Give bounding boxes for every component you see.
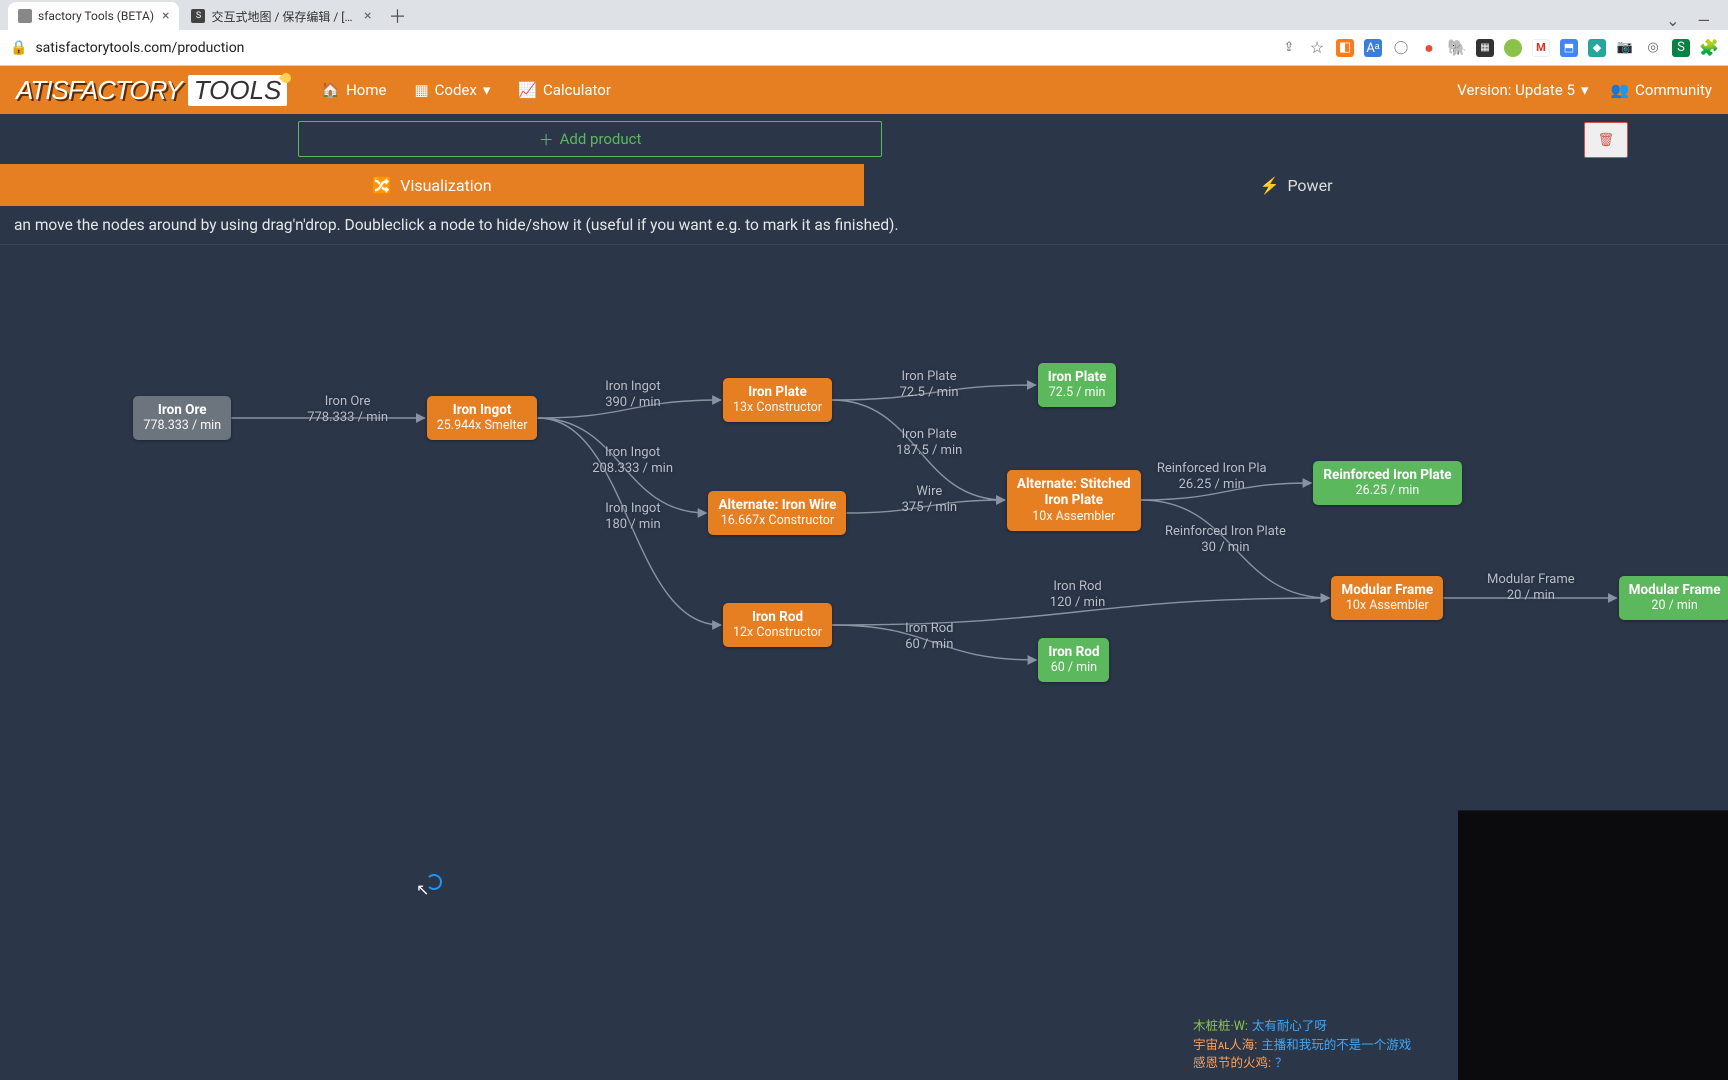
add-product-button[interactable]: ＋ Add product (298, 121, 882, 157)
nav-community[interactable]: 👥 Community (1610, 81, 1712, 99)
tab-favicon: S (191, 9, 205, 23)
chat-line: 宇宙ᴀʟ人海: 主播和我玩的不是一个游戏 (1193, 1037, 1453, 1056)
graph-node-plate[interactable]: Iron Plate13x Constructor (723, 378, 832, 423)
toolbar: ＋ Add product 🗑 (0, 114, 1728, 164)
extensions-icon[interactable]: 🧩 (1700, 39, 1718, 57)
tab-label: Power (1287, 176, 1332, 195)
ext-icon[interactable]: ◆ (1588, 39, 1606, 57)
stream-chat: 木桩桩·W: 太有耐心了呀宇宙ᴀʟ人海: 主播和我玩的不是一个游戏感恩节的火鸡:… (1193, 1018, 1453, 1074)
edge-label: Iron Ingot180 / min (605, 501, 660, 534)
people-icon: 👥 (1610, 81, 1629, 99)
graph-node-ingot[interactable]: Iron Ingot25.944x Smelter (427, 396, 538, 441)
edge-label: Iron Ingot390 / min (605, 379, 660, 412)
graph-node-stitched[interactable]: Alternate: StitchedIron Plate10x Assembl… (1007, 470, 1141, 531)
tab-title: 交互式地图 / 保存编辑 / [SCIM] (211, 8, 356, 25)
edge-label: Iron Rod60 / min (905, 621, 953, 654)
home-icon: 🏠 (321, 81, 340, 99)
graph-node-plate_out[interactable]: Iron Plate72.5 / min (1038, 363, 1117, 408)
nav-label: Codex (435, 81, 477, 99)
share-icon[interactable]: ⇪ (1280, 39, 1298, 57)
ext-icon[interactable]: ▦ (1476, 39, 1494, 57)
result-tabs: 🔀 Visualization ⚡ Power (0, 164, 1728, 206)
graph-node-ore[interactable]: Iron Ore778.333 / min (133, 396, 231, 441)
tab-power[interactable]: ⚡ Power (864, 164, 1728, 206)
edge-label: Iron Ingot208.333 / min (592, 445, 673, 478)
tab-visualization[interactable]: 🔀 Visualization (0, 164, 864, 206)
close-icon[interactable]: × (364, 8, 371, 24)
close-icon[interactable]: × (162, 8, 169, 24)
tab-title: sfactory Tools (BETA) (38, 9, 154, 23)
minimize-icon[interactable]: — (1698, 11, 1711, 30)
edge-label: Modular Frame20 / min (1487, 572, 1575, 605)
graph-node-mf_out[interactable]: Modular Frame20 / min (1619, 576, 1728, 621)
nav-home[interactable]: 🏠 Home (307, 66, 400, 114)
video-overlay (1458, 810, 1728, 1080)
ext-icon[interactable]: ⬒ (1560, 39, 1578, 57)
graph-node-rip_out[interactable]: Reinforced Iron Plate26.25 / min (1313, 461, 1461, 506)
evernote-icon[interactable]: 🐘 (1448, 39, 1466, 57)
lock-icon[interactable]: 🔒 (10, 40, 27, 56)
nav-calculator[interactable]: 📈 Calculator (504, 66, 625, 114)
ext-icon[interactable]: ◧ (1336, 39, 1354, 57)
logo-text-a: ATISFACTORY (16, 75, 182, 106)
hint-text: an move the nodes around by using drag'n… (0, 206, 1728, 245)
site-logo[interactable]: ATISFACTORY TOOLS (16, 70, 287, 110)
tab-favicon (18, 9, 32, 23)
trash-icon: 🗑 (1598, 133, 1615, 148)
chevron-down-icon[interactable]: ⌄ (1666, 11, 1679, 30)
edge-label: Iron Ore778.333 / min (307, 394, 388, 427)
ext-icon[interactable]: ● (1420, 39, 1438, 57)
nav-label: Home (346, 81, 386, 99)
gmail-icon[interactable]: M (1532, 39, 1550, 57)
bookmark-icon[interactable]: ☆ (1308, 39, 1326, 57)
ext-icon[interactable]: ◎ (1644, 39, 1662, 57)
graph-node-rod_out[interactable]: Iron Rod60 / min (1038, 638, 1109, 683)
browser-tab[interactable]: S 交互式地图 / 保存编辑 / [SCIM] × (181, 2, 381, 30)
grid-icon: ▦ (414, 81, 428, 99)
chart-icon: 📈 (518, 81, 537, 99)
mouse-cursor: ↖ (416, 880, 429, 899)
new-tab-button[interactable]: ＋ (383, 2, 411, 30)
url-field[interactable]: satisfactorytools.com/production (35, 40, 1280, 56)
chat-line: 感恩节的火鸡: ？ (1193, 1055, 1453, 1074)
edge-label: Iron Plate72.5 / min (900, 369, 959, 402)
logo-text-b: TOOLS (188, 75, 288, 106)
browser-tab-active[interactable]: sfactory Tools (BETA) × (8, 2, 179, 30)
tab-label: Visualization (400, 176, 491, 195)
ext-icon[interactable]: S (1672, 39, 1690, 57)
edge-label: Wire375 / min (902, 484, 957, 517)
delete-button[interactable]: 🗑 (1584, 122, 1628, 158)
plus-icon: ＋ (539, 129, 554, 150)
share-nodes-icon: 🔀 (372, 176, 392, 195)
edge-label: Reinforced Iron Pla26.25 / min (1157, 461, 1267, 494)
ext-icon[interactable] (1504, 39, 1522, 57)
graph-node-wire[interactable]: Alternate: Iron Wire16.667x Constructor (708, 491, 846, 536)
graph-node-mf[interactable]: Modular Frame10x Assembler (1331, 576, 1443, 621)
bolt-icon: ⚡ (1260, 176, 1280, 195)
edge-label: Reinforced Iron Plate30 / min (1165, 524, 1286, 557)
browser-tab-strip: sfactory Tools (BETA) × S 交互式地图 / 保存编辑 /… (0, 0, 1728, 30)
nav-label: Calculator (543, 81, 611, 99)
nav-label: Community (1635, 81, 1712, 99)
camera-icon[interactable]: 📷 (1616, 39, 1634, 57)
chevron-down-icon: ▾ (1581, 81, 1589, 99)
chevron-down-icon: ▾ (483, 81, 491, 99)
graph-node-rod[interactable]: Iron Rod12x Constructor (723, 603, 832, 648)
ext-icon[interactable]: ◯ (1392, 39, 1410, 57)
nav-codex[interactable]: ▦ Codex ▾ (400, 66, 504, 114)
edge-label: Iron Rod120 / min (1050, 579, 1105, 612)
version-dropdown[interactable]: Version: Update 5 ▾ (1457, 81, 1588, 99)
ext-icon[interactable]: Aᵃ (1364, 39, 1382, 57)
chat-line: 木桩桩·W: 太有耐心了呀 (1193, 1018, 1453, 1037)
app-navbar: ATISFACTORY TOOLS 🏠 Home ▦ Codex ▾ 📈 Cal… (0, 66, 1728, 114)
extension-icons: ⇪ ☆ ◧ Aᵃ ◯ ● 🐘 ▦ M ⬒ ◆ 📷 ◎ S 🧩 (1280, 39, 1718, 57)
version-label: Version: Update 5 (1457, 81, 1575, 99)
address-bar: 🔒 satisfactorytools.com/production ⇪ ☆ ◧… (0, 30, 1728, 66)
edge-label: Iron Plate187.5 / min (896, 427, 962, 460)
add-product-label: Add product (560, 130, 642, 148)
